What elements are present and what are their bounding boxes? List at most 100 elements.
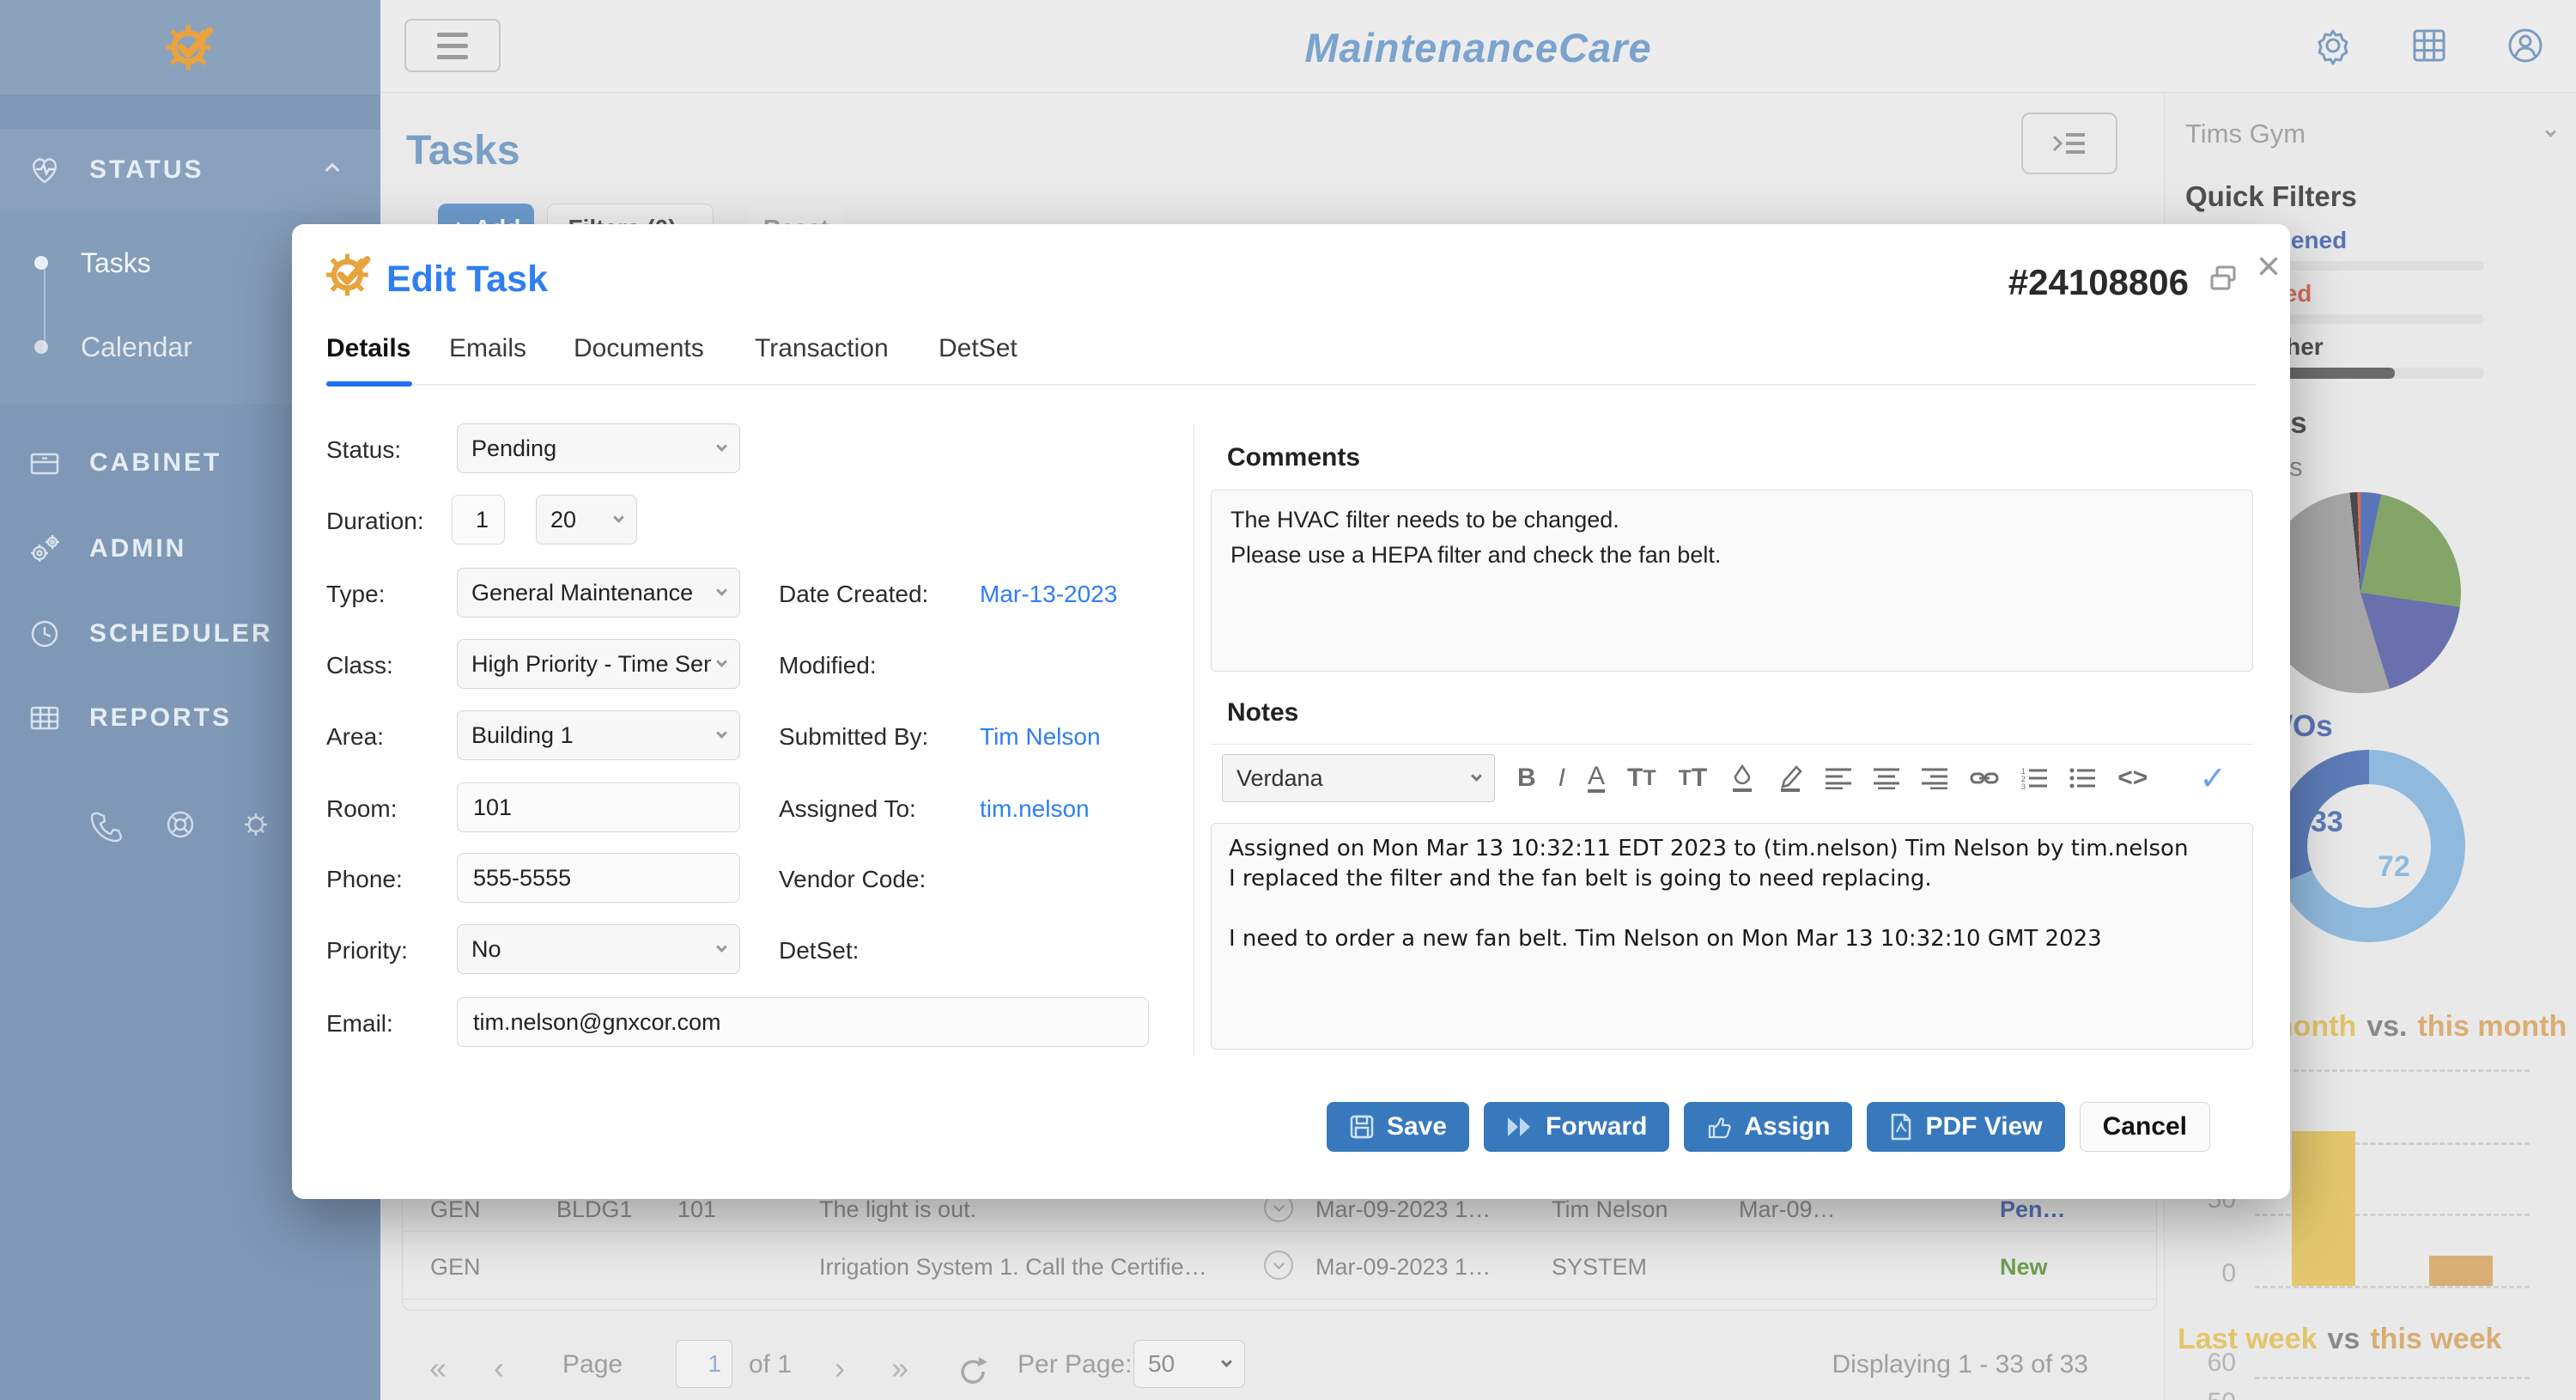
refresh-icon[interactable] — [955, 1354, 991, 1390]
status-select[interactable]: Pending — [457, 423, 740, 473]
duration-unit-select[interactable]: 20 — [536, 495, 637, 545]
gear-outline-icon[interactable] — [237, 806, 275, 843]
cancel-button[interactable]: Cancel — [2080, 1102, 2210, 1152]
apps-grid-icon[interactable] — [2408, 24, 2451, 67]
link-icon[interactable] — [1970, 768, 1999, 788]
bullet-icon — [34, 340, 48, 354]
font-size-up-button[interactable]: TT — [1627, 764, 1656, 793]
account-person-icon[interactable] — [2504, 24, 2547, 67]
class-select[interactable]: High Priority - Time Sensitive — [457, 639, 740, 689]
modified-label: Modified: — [779, 652, 877, 679]
sidebar-item-status[interactable]: STATUS — [0, 129, 380, 211]
per-page-label: Per Page: — [1018, 1350, 1132, 1379]
cell-date-created: Mar-09-2023 1… — [1315, 1254, 1522, 1281]
heart-pulse-icon — [26, 151, 64, 189]
cell-type: GEN — [430, 1254, 481, 1281]
modal-title: Edit Task — [386, 259, 548, 301]
gear-check-logo-icon — [162, 22, 219, 72]
task-id: #24108806 — [2008, 262, 2189, 303]
table-row[interactable]: GEN Irrigation System 1. Call the Certif… — [403, 1232, 2156, 1299]
align-left-icon[interactable] — [1826, 767, 1851, 789]
phone-icon[interactable] — [86, 806, 124, 843]
tab-detset[interactable]: DetSet — [939, 334, 1018, 363]
chevron-down-icon — [716, 441, 727, 452]
restore-window-icon[interactable] — [2207, 262, 2241, 296]
expand-chevron-icon[interactable] — [1264, 1251, 1293, 1280]
type-select[interactable]: General Maintenance — [457, 568, 740, 618]
sidebar-item-label: ADMIN — [89, 534, 186, 563]
bold-button[interactable]: B — [1517, 764, 1536, 793]
font-select[interactable]: Verdana — [1222, 754, 1495, 802]
prev-page-button[interactable]: ‹ — [494, 1350, 504, 1386]
room-input[interactable] — [457, 782, 740, 832]
cell-description: Irrigation System 1. Call the Certifie… — [819, 1254, 1249, 1281]
fill-color-button[interactable] — [1729, 764, 1755, 793]
italic-button[interactable]: I — [1558, 764, 1565, 793]
facility-select[interactable]: Tims Gym — [2185, 119, 2555, 149]
room-label: Room: — [326, 795, 397, 823]
tab-transaction[interactable]: Transaction — [755, 334, 889, 363]
cell-submitted-by: Tim Nelson — [1552, 1196, 1668, 1223]
gridline — [2255, 1069, 2530, 1072]
cell-submitted-by: SYSTEM — [1552, 1254, 1647, 1281]
y-tick: 0 — [2184, 1259, 2236, 1288]
submitted-by-value[interactable]: Tim Nelson — [980, 723, 1101, 751]
help-lifering-icon[interactable] — [161, 806, 199, 843]
assigned-to-value[interactable]: tim.nelson — [980, 795, 1090, 823]
tab-emails[interactable]: Emails — [449, 334, 526, 363]
comments-title: Comments — [1227, 443, 1360, 472]
notes-divider — [1211, 744, 2253, 745]
notes-title: Notes — [1227, 698, 1298, 727]
duration-input[interactable] — [452, 495, 505, 545]
quick-filters-title: Quick Filters — [2185, 180, 2357, 213]
chevron-down-icon — [1471, 770, 1482, 782]
assign-button[interactable]: Assign — [1684, 1102, 1852, 1152]
page-number-input[interactable] — [676, 1340, 732, 1388]
align-right-icon[interactable] — [1922, 767, 1947, 789]
priority-select[interactable]: No — [457, 924, 740, 974]
per-page-select[interactable]: 50 — [1133, 1340, 1245, 1388]
cell-description: The light is out. — [819, 1196, 1249, 1223]
list-view-button[interactable] — [2021, 113, 2117, 174]
ordered-list-icon[interactable]: 123 — [2021, 767, 2047, 789]
sidebar-item-label: SCHEDULER — [89, 619, 273, 648]
gridline — [2255, 1286, 2530, 1288]
area-select[interactable]: Building 1 — [457, 710, 740, 760]
align-center-icon[interactable] — [1874, 767, 1899, 789]
next-page-button[interactable]: › — [835, 1350, 845, 1386]
save-button[interactable]: Save — [1327, 1102, 1469, 1152]
notes-editor[interactable]: Assigned on Mon Mar 13 10:32:11 EDT 2023… — [1211, 823, 2253, 1050]
comments-box[interactable]: The HVAC filter needs to be changed. Ple… — [1211, 490, 2253, 672]
assigned-to-label: Assigned To: — [779, 795, 916, 823]
chevron-down-icon — [613, 512, 624, 523]
settings-gear-icon[interactable] — [2312, 24, 2354, 67]
font-size-down-button[interactable]: TT — [1679, 764, 1708, 793]
phone-input[interactable] — [457, 853, 740, 903]
sidebar-item-label: STATUS — [89, 155, 204, 185]
page-title: Tasks — [406, 127, 520, 174]
tab-details[interactable]: Details — [326, 334, 410, 363]
page-of-label: of 1 — [749, 1350, 792, 1379]
first-page-button[interactable]: « — [429, 1350, 447, 1386]
cell-type: GEN — [430, 1196, 481, 1223]
confirm-check-icon[interactable]: ✓ — [2199, 759, 2227, 798]
email-input[interactable] — [457, 997, 1149, 1047]
date-created-value[interactable]: Mar-13-2023 — [980, 581, 1117, 608]
task-status: Pen… — [2000, 1196, 2066, 1223]
task-table: GEN BLDG1 101 The light is out. Mar-09-2… — [402, 1184, 2157, 1311]
close-icon[interactable]: × — [2257, 247, 2281, 288]
pdf-view-button[interactable]: PDF View — [1867, 1102, 2064, 1152]
underline-button[interactable]: A — [1588, 764, 1605, 793]
cell-date-modified: Mar-09… — [1739, 1196, 1836, 1223]
bullet-list-icon[interactable] — [2069, 767, 2095, 789]
clock-icon — [26, 615, 64, 653]
gridline — [2255, 1377, 2530, 1379]
tab-documents[interactable]: Documents — [574, 334, 704, 363]
area-label: Area: — [326, 723, 384, 751]
code-icon[interactable]: <> — [2117, 764, 2148, 793]
highlight-button[interactable] — [1777, 764, 1803, 793]
forward-button[interactable]: Forward — [1484, 1102, 1669, 1152]
chevron-down-icon — [1221, 1356, 1232, 1367]
last-page-button[interactable]: » — [891, 1350, 908, 1386]
month-title-part: this month — [2417, 1010, 2567, 1044]
